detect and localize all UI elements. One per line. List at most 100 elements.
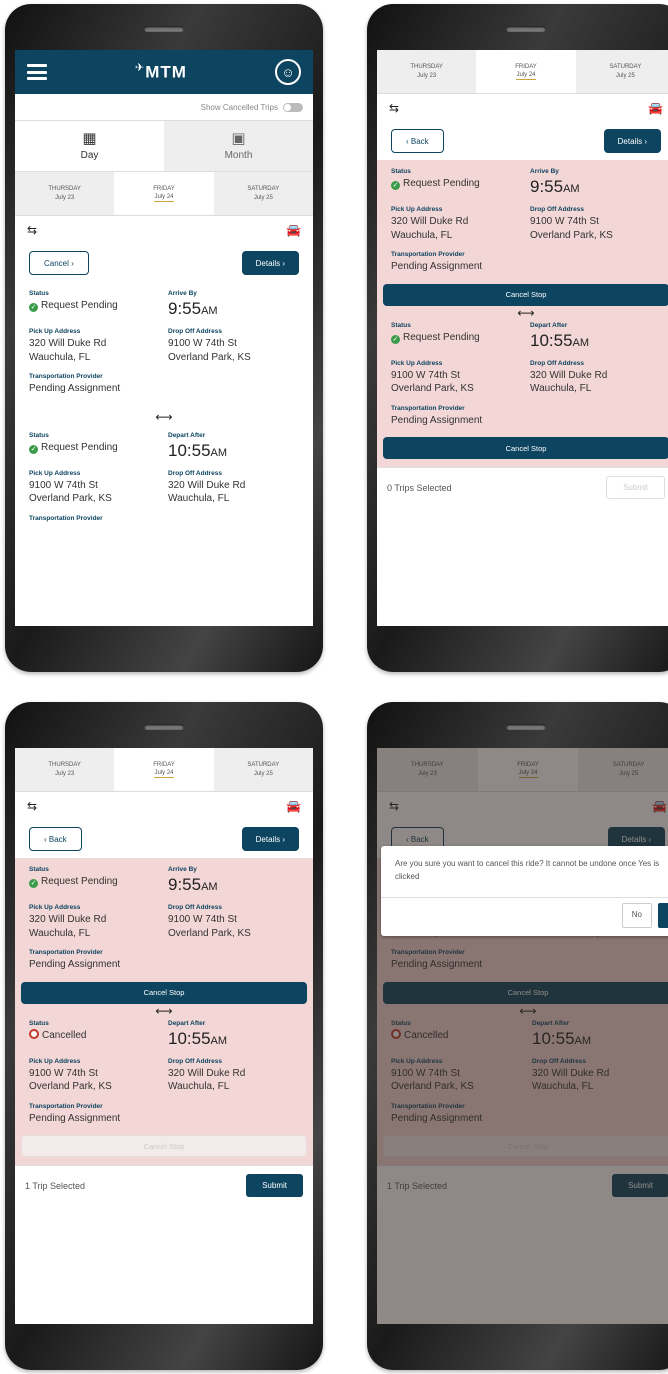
round-trip-icon: ⇆ [27,799,38,813]
cancelled-x-icon [29,1028,39,1039]
status-value: Request Pending [41,876,118,887]
modal-backdrop[interactable] [377,748,668,1324]
day-friday[interactable]: FRIDAYJuly 24 [114,172,214,215]
day-saturday[interactable]: SATURDAYJuly 25 [214,748,313,791]
yes-button[interactable]: Yes [657,903,668,928]
provider-label: Transportation Provider [391,251,465,258]
back-button[interactable]: ‹ Back [29,827,82,851]
depart-after-label: Depart After [168,1019,206,1027]
day-saturday[interactable]: SATURDAYJuly 25 [576,50,668,93]
day-friday[interactable]: FRIDAYJuly 24 [476,50,576,93]
screen-3: THURSDAY July 23 FRIDAY July 24 SATURDAY Ju… [15,748,313,1324]
day-thursday[interactable]: THURSDAYJuly 23 [15,748,114,791]
depart-after-label: Depart After [168,431,206,439]
cancel-stop-button[interactable]: Cancel Stop [383,437,668,459]
depart-time: 10:55AM [168,1028,228,1048]
cancel-stop-button[interactable]: Cancel Stop [383,283,668,306]
back-button[interactable]: ‹ Back [391,129,444,153]
no-button[interactable]: No [621,903,652,928]
pickup-line2: Wauchula, FL [29,351,91,363]
screen-2: THURSDAY July 23 FRIDAY July 24 SATURDAY Ju… [377,50,668,626]
pickup-line1: 9100 W 74th St [29,479,98,491]
day-weekday: FRIDAY [153,761,175,768]
cancel-button[interactable]: Cancel › [29,251,89,275]
pickup-line1: 320 Will Duke Rd [29,338,107,349]
round-trip-arrow-icon: ⟷ [155,1003,173,1018]
pickup-line2: Wauchula, FL [391,229,453,241]
calendar-day-icon: ▦ [82,130,97,147]
status-label: Status [29,431,49,439]
pickup-line1: 320 Will Duke Rd [391,216,469,227]
day-selector: THURSDAYJuly 23 FRIDAYJuly 24 SATURDAYJu… [377,50,668,94]
day-thursday[interactable]: THURSDAYJuly 23 [15,172,114,215]
cancel-stop-button-disabled: Cancel Stop [21,1135,307,1157]
hamburger-menu-icon[interactable] [27,64,47,80]
check-icon: ✓ [29,444,38,454]
phone-speaker [506,26,546,32]
day-weekday: SATURDAY [609,64,642,71]
status-label: Status [29,866,49,873]
day-date: July 23 [417,72,437,79]
day-date: July 24 [154,193,174,203]
round-trip-arrow-icon: ⟷ [155,409,173,424]
status-label: Status [391,321,411,329]
details-button[interactable]: Details › [241,251,299,275]
trip-icon-row: ⇆🚘 [15,216,313,244]
dropoff-label: Drop Off Address [168,328,222,335]
pickup-line2: Overland Park, KS [391,383,474,394]
selected-trip: Status✓Request Pending Arrive By9:55AM P… [15,858,313,1165]
phone-2: THURSDAY July 23 FRIDAY July 24 SATURDAY Ju… [367,4,668,672]
trips-selected-count: 0 Trips Selected [387,482,452,493]
car-icon: 🚘 [286,799,301,813]
day-thursday[interactable]: THURSDAYJuly 23 [377,50,476,93]
dialog-actions: No Yes [621,903,668,928]
stop-1: Status ✓Request Pending Arrive By 9:55AM P… [377,160,668,274]
selected-trip: Status✓Request Pending Arrive By9:55AM P… [377,160,668,467]
pickup-label: Pick Up Address [29,904,81,911]
tab-month[interactable]: ▣ Month [164,121,313,171]
check-icon: ✓ [29,879,38,888]
arrive-by-label: Arrive By [168,866,197,873]
status-value: Request Pending [403,331,480,343]
details-button[interactable]: Details › [603,129,661,153]
car-icon: 🚘 [648,101,663,115]
dropoff-line2: Overland Park, KS [168,927,251,939]
cancel-stop-button[interactable]: Cancel Stop [21,981,307,1004]
screen-1: ✈MTM ☺ Show Cancelled Trips ▦ Day ▣ Month … [15,50,313,626]
day-weekday: THURSDAY [48,762,81,769]
dropoff-label: Drop Off Address [168,469,222,477]
provider-label: Transportation Provider [391,404,465,412]
profile-icon[interactable]: ☺ [275,59,301,85]
status-label: Status [29,290,49,297]
calendar-month-icon: ▣ [231,130,246,147]
trips-selected-count: 1 Trip Selected [25,1180,86,1191]
provider-value: Pending Assignment [391,414,483,426]
tab-day[interactable]: ▦ Day [15,121,164,171]
back-button-label: Back [48,834,67,844]
back-button-label: Back [410,136,429,146]
day-date: July 25 [615,72,635,79]
day-weekday: SATURDAY [247,762,280,769]
day-date: July 24 [516,71,536,81]
day-friday[interactable]: FRIDAYJuly 24 [114,748,214,791]
view-tabs: ▦ Day ▣ Month [15,120,313,172]
pickup-line1: 9100 W 74th St [29,1067,98,1079]
check-icon: ✓ [29,303,38,312]
submit-button[interactable]: Submit [606,476,665,499]
day-weekday: FRIDAY [515,63,537,70]
provider-label: Transportation Provider [29,514,103,522]
status-value: Cancelled [42,1029,87,1041]
depart-time: 10:55AM [168,440,228,460]
day-date: July 23 [55,194,75,201]
dropoff-line2: Overland Park, KS [530,229,613,241]
provider-value: Pending Assignment [29,383,121,394]
show-cancelled-toggle[interactable] [283,102,303,112]
round-trip-icon: ⇆ [389,101,400,115]
day-date: July 25 [253,770,273,777]
details-button[interactable]: Details › [241,827,299,851]
day-saturday[interactable]: SATURDAYJuly 25 [214,172,313,215]
pickup-line1: 9100 W 74th St [391,369,460,381]
submit-button[interactable]: Submit [246,1174,303,1197]
dropoff-line1: 320 Will Duke Rd [530,369,608,381]
action-row: ‹ Back Details › [15,820,313,858]
